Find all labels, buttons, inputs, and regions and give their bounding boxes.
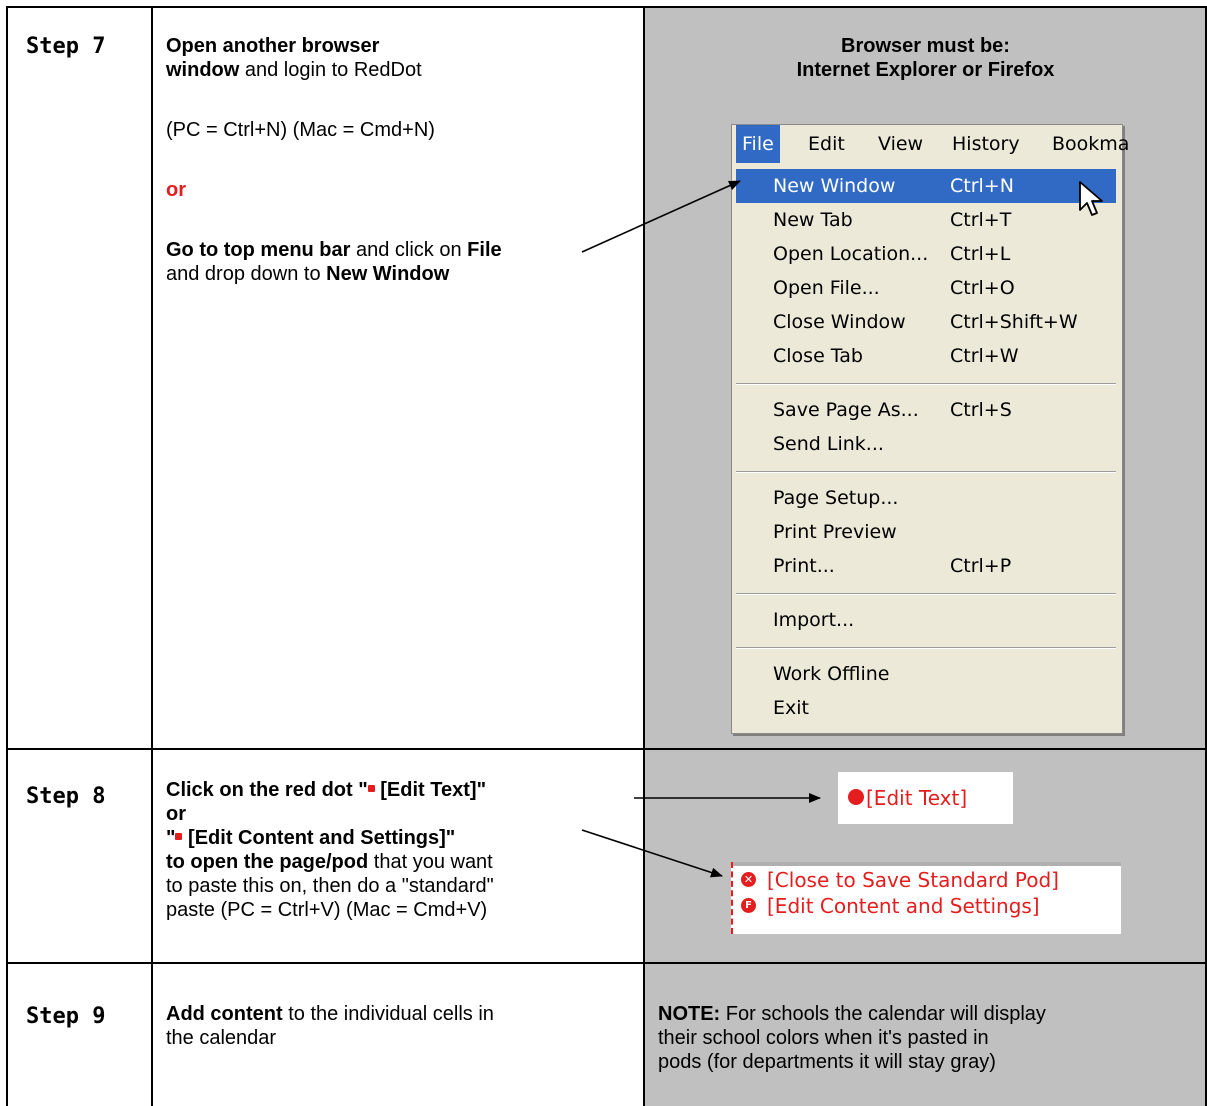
step-9-label: Step 9 [26,1004,106,1029]
note-line2: their school colors when it's pasted in [658,1027,989,1049]
arrow-to-new-window [581,180,741,253]
step-9-note: NOTE: For schools the calendar will disp… [658,1002,1198,1074]
note-line1: For schools the calendar will display [720,1003,1046,1025]
step-9-line1-bold: Add content [166,1003,283,1025]
step-9-line1-rest: to the individual cells in [282,1003,494,1025]
note-label: NOTE: [658,1003,721,1025]
step-9-instructions: Add content to the individual cells in t… [166,1002,636,1050]
step-9-line2: the calendar [166,1027,277,1049]
arrow-to-edit-content [581,829,723,878]
pointer-arrows [581,180,821,878]
note-line3: pods (for departments it will stay gray) [658,1051,996,1073]
